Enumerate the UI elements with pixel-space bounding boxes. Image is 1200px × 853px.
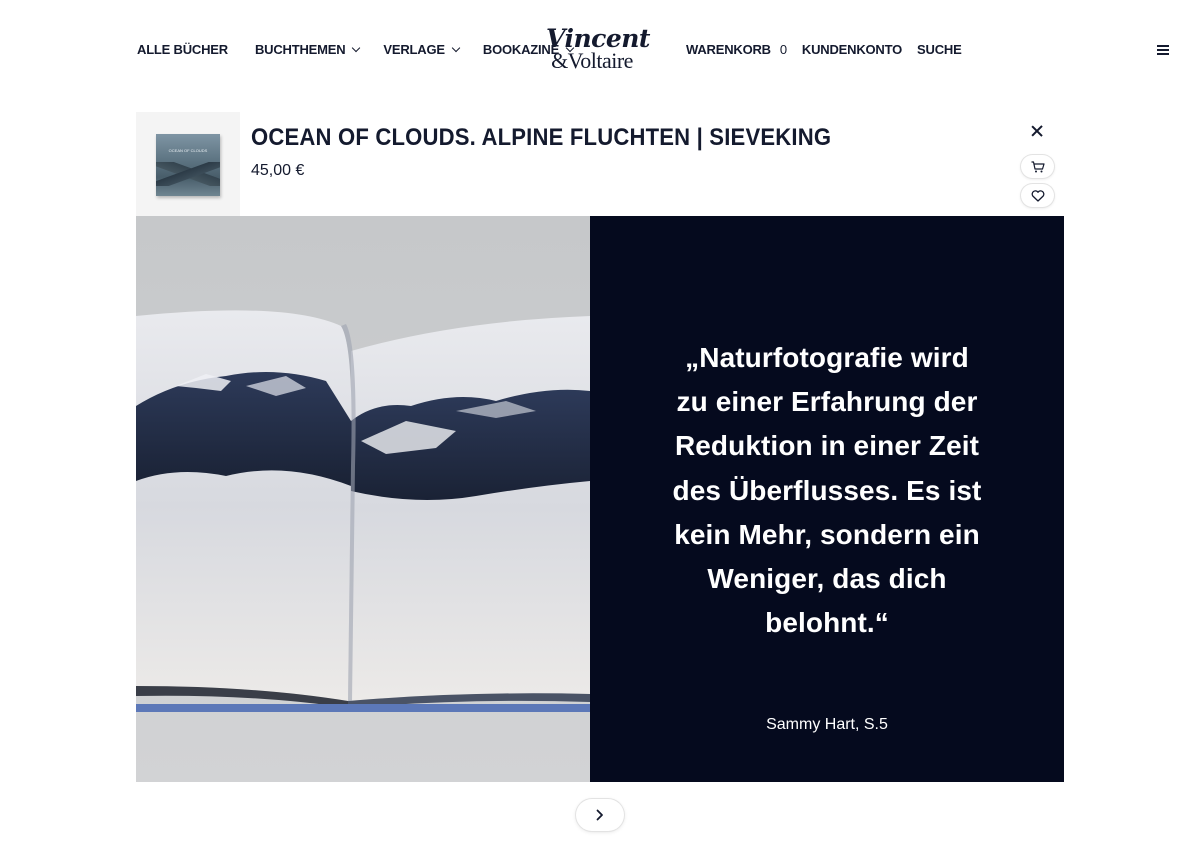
nav-all-books-label: ALLE BÜCHER [137,42,228,57]
nav-book-topics-label: BUCHTHEMEN [254,42,346,57]
cart-icon [1031,160,1045,172]
quote-text: „Naturfotografie wird zu einer Erfahrung… [672,342,982,639]
nav-all-books[interactable]: ALLE BÜCHER [137,42,228,57]
open-book-illustration [136,216,590,782]
site-header: ALLE BÜCHER BUCHTHEMEN VERLAGE BOOKAZINE… [0,0,1200,100]
close-icon[interactable] [1029,123,1045,139]
wishlist-button[interactable] [1021,184,1054,207]
site-logo[interactable]: Vincent &Voltaire [546,24,650,76]
cart-link[interactable]: WARENKORB 0 [686,42,787,57]
menu-icon-bar [1157,45,1169,47]
menu-icon[interactable] [1157,45,1169,55]
product-price: 45,00 € [251,162,305,179]
chevron-down-icon [352,43,361,52]
account-link[interactable]: KUNDENKONTO [802,42,902,57]
open-book-photo [136,216,590,782]
account-label: KUNDENKONTO [801,42,903,57]
cart-label: WARENKORB [686,42,771,57]
next-slide-button[interactable] [576,799,624,831]
product-title: OCEAN OF CLOUDS. ALPINE FLUCHTEN | SIEVE… [251,124,832,151]
menu-icon-bar [1157,53,1169,55]
search-link[interactable]: SUCHE [917,42,962,57]
book-cover-mountains [156,162,220,186]
add-to-cart-button[interactable] [1021,155,1054,178]
quote-panel: „Naturfotografie wird zu einer Erfahrung… [590,216,1064,782]
logo-wordmark-top: Vincent [546,24,650,53]
chevron-down-icon [451,43,461,52]
quote-author: Sammy Hart, S.5 [766,716,888,733]
main-nav: ALLE BÜCHER BUCHTHEMEN VERLAGE BOOKAZINE [137,42,575,57]
heart-icon [1031,189,1044,202]
menu-icon-bar [1157,49,1169,51]
cart-count: 0 [779,42,787,57]
product-gallery-slide: „Naturfotografie wird zu einer Erfahrung… [136,216,1064,782]
search-label: SUCHE [917,42,962,57]
nav-publishers-label: VERLAGE [383,42,445,57]
book-cover-title: OCEAN OF CLOUDS [168,148,208,153]
product-thumbnail: OCEAN OF CLOUDS [136,112,240,216]
utility-nav: WARENKORB 0 KUNDENKONTO SUCHE [686,42,977,57]
logo-wordmark-bottom: &Voltaire [551,48,633,73]
chevron-right-icon [596,809,603,821]
nav-book-topics[interactable]: BUCHTHEMEN [254,42,361,57]
nav-publishers[interactable]: VERLAGE [383,42,461,57]
book-cover-image: OCEAN OF CLOUDS [156,134,220,196]
